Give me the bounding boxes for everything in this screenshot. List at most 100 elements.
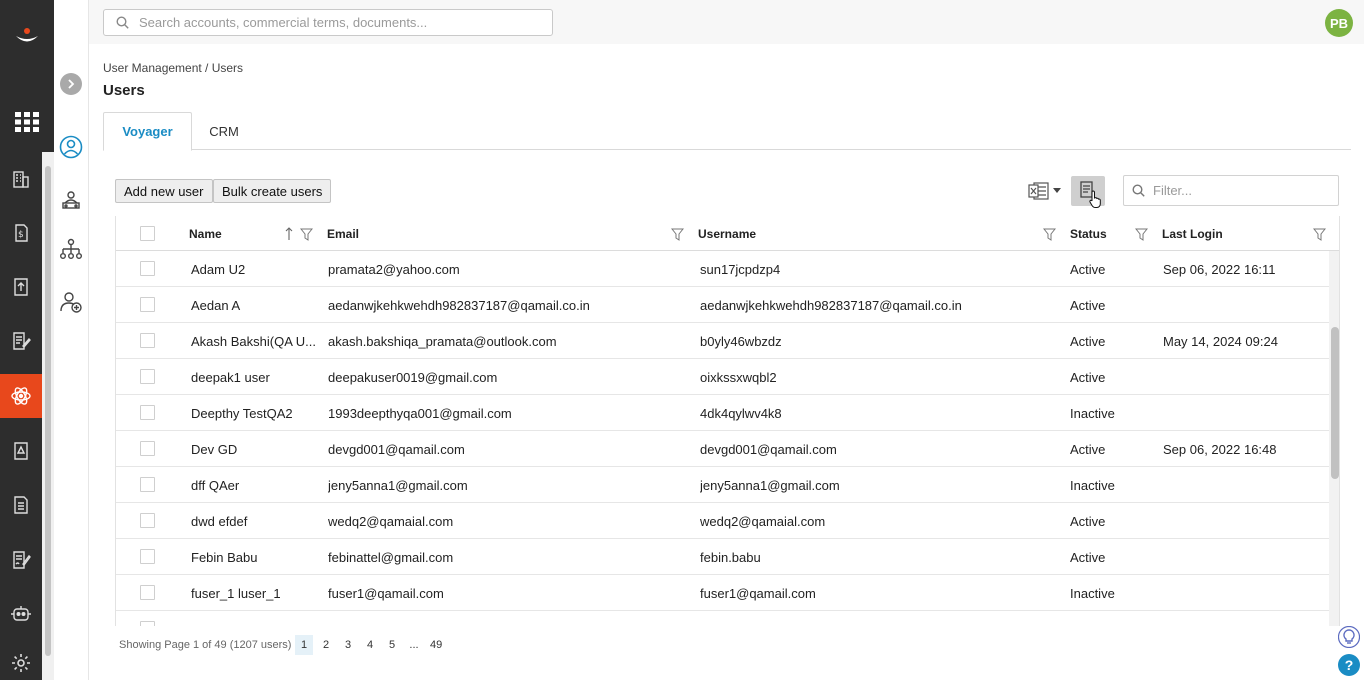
page-link[interactable]: 4	[361, 635, 379, 655]
grid-icon[interactable]	[0, 100, 54, 144]
page-link[interactable]: 5	[383, 635, 401, 655]
cell-name: Dev GD	[191, 441, 238, 457]
document-icon[interactable]	[0, 483, 42, 527]
cell-name: deepak1 user	[191, 369, 270, 385]
avatar[interactable]: PB	[1325, 9, 1353, 37]
tab-voyager[interactable]: Voyager	[103, 112, 192, 151]
users-group-icon[interactable]	[58, 187, 84, 213]
row-checkbox[interactable]	[140, 261, 155, 276]
search-input[interactable]	[139, 15, 539, 30]
cell-username: jeny5anna1@gmail.com	[700, 477, 840, 493]
building-icon[interactable]	[0, 157, 42, 201]
pointer-cursor-icon	[1089, 190, 1101, 208]
global-search[interactable]	[103, 9, 553, 36]
table-row[interactable]: fuser_1 luser_1 fuser1@qamail.com fuser1@q…	[116, 575, 1329, 611]
page-link[interactable]: 2	[317, 635, 335, 655]
column-header-name[interactable]: Name	[189, 216, 222, 251]
add-user-button[interactable]: Add new user	[115, 179, 213, 203]
settings-icon[interactable]	[0, 641, 42, 680]
breadcrumb: User Management / Users	[103, 61, 244, 75]
lightbulb-icon[interactable]	[1338, 626, 1360, 648]
cell-name: fuser_1 luser_1	[191, 585, 281, 601]
row-checkbox[interactable]	[140, 297, 155, 312]
upload-doc-icon[interactable]	[0, 265, 42, 309]
row-checkbox[interactable]	[140, 405, 155, 420]
bot-icon[interactable]	[0, 592, 42, 636]
pagination-ellipsis[interactable]: ...	[405, 635, 423, 655]
filter-input[interactable]	[1153, 183, 1323, 198]
pagination: 1 2 3 4 5... 49	[295, 634, 449, 656]
page-link[interactable]: 3	[339, 635, 357, 655]
table-row[interactable]: Dev GD devgd001@qamail.com devgd001@qamail…	[116, 431, 1329, 467]
table-row[interactable]: dff QAer jeny5anna1@gmail.com jeny5anna1@g…	[116, 467, 1329, 503]
alert-doc-icon[interactable]	[0, 429, 42, 473]
cell-username: wedq2@qamaial.com	[700, 513, 826, 529]
main-sidebar: $	[0, 0, 54, 680]
sign-doc-icon[interactable]	[0, 538, 42, 582]
cell-email: deepakuser0019@gmail.com	[328, 369, 498, 385]
edit-doc-icon[interactable]	[0, 319, 42, 363]
page-link[interactable]: 1	[295, 635, 313, 655]
cell-username: sun17jcpdzp4	[700, 261, 781, 277]
sort-ascending-icon[interactable]	[282, 226, 296, 242]
cell-email: 1993deepthyqa001@gmail.com	[328, 405, 512, 421]
cell-last-login: May 14, 2024 09:24	[1163, 333, 1278, 349]
grid-scrollbar[interactable]	[1329, 251, 1339, 626]
row-checkbox[interactable]	[140, 549, 155, 564]
app-logo[interactable]	[0, 16, 54, 56]
grid-filter[interactable]	[1123, 175, 1339, 206]
table-row[interactable]: Aedan A aedanwjkehkwehdh982837187@qamail.…	[116, 287, 1329, 323]
cell-email: aedanwjkehkwehdh982837187@qamail.co.in	[328, 297, 590, 313]
contract-dollar-icon[interactable]: $	[0, 211, 42, 255]
cell-name: Deepthy TestQA2	[191, 405, 293, 421]
row-checkbox[interactable]	[140, 369, 155, 384]
filter-icon[interactable]	[299, 226, 313, 242]
cell-name: Febin Babu	[191, 549, 258, 565]
sub-navigation	[54, 0, 89, 680]
row-checkbox[interactable]	[140, 333, 155, 348]
expand-nav-button[interactable]	[60, 73, 82, 95]
table-row[interactable]: dwd efdef wedq2@qamaial.com wedq2@qamaial.…	[116, 503, 1329, 539]
sidebar-scrollbar[interactable]	[42, 152, 54, 680]
cell-status: Active	[1070, 549, 1106, 565]
cell-username: 4dk4qylwv4k8	[700, 405, 782, 421]
row-checkbox[interactable]	[140, 513, 155, 528]
table-row[interactable]: deepak1 user deepakuser0019@gmail.com oixk…	[116, 359, 1329, 395]
table-row[interactable]: Adam U2 pramata2@yahoo.com sun17jcpdzp4 Act…	[116, 251, 1329, 287]
cell-email: devgd001@qamail.com	[328, 441, 465, 457]
user-circle-icon[interactable]	[58, 134, 84, 160]
filter-icon[interactable]	[670, 226, 684, 242]
filter-icon[interactable]	[1312, 226, 1326, 242]
sidebar-scrollbar-thumb[interactable]	[45, 166, 51, 656]
column-header-username[interactable]: Username	[698, 216, 756, 251]
row-checkbox[interactable]	[140, 585, 155, 600]
atom-icon[interactable]	[0, 374, 42, 418]
table-row[interactable]: Deepthy TestQA2 1993deepthyqa001@gmail.co…	[116, 395, 1329, 431]
cell-email: jeny5anna1@gmail.com	[328, 477, 468, 493]
org-chart-icon[interactable]	[58, 237, 84, 263]
grid-scrollbar-thumb[interactable]	[1331, 327, 1339, 479]
export-excel-button[interactable]	[1028, 180, 1064, 202]
page-link[interactable]: 49	[427, 635, 445, 655]
tab-crm[interactable]: CRM	[199, 112, 249, 150]
add-user-icon[interactable]	[58, 289, 84, 315]
filter-icon[interactable]	[1134, 226, 1148, 242]
column-header-last-login[interactable]: Last Login	[1162, 216, 1223, 251]
filter-icon[interactable]	[1042, 226, 1056, 242]
table-row[interactable]	[116, 611, 1329, 626]
table-row[interactable]: Akash Bakshi(QA U... akash.bakshiqa_prama…	[116, 323, 1329, 359]
cell-last-login	[1163, 539, 1323, 575]
cell-last-login	[1163, 395, 1323, 431]
column-header-status[interactable]: Status	[1070, 216, 1107, 251]
row-checkbox[interactable]	[140, 441, 155, 456]
column-chooser-button[interactable]	[1071, 176, 1105, 208]
table-row[interactable]: Febin Babu febinattel@gmail.com febin.babu…	[116, 539, 1329, 575]
select-all-checkbox[interactable]	[140, 226, 155, 241]
cell-status: Active	[1070, 261, 1106, 277]
bulk-create-users-button[interactable]: Bulk create users	[213, 179, 332, 203]
row-checkbox[interactable]	[140, 621, 155, 626]
top-header: PB	[89, 0, 1364, 44]
row-checkbox[interactable]	[140, 477, 155, 492]
column-header-email[interactable]: Email	[327, 216, 359, 251]
help-icon[interactable]: ?	[1338, 654, 1360, 676]
